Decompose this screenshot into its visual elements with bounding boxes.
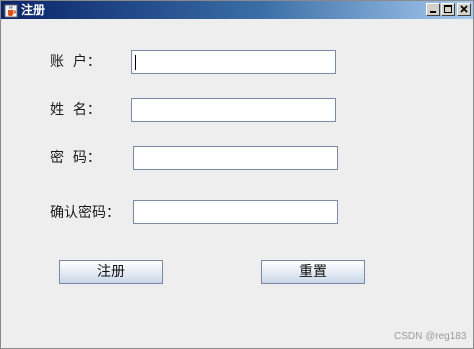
- minimize-button[interactable]: [426, 3, 440, 16]
- confirm-password-input[interactable]: [133, 200, 338, 224]
- maximize-button[interactable]: [441, 3, 455, 16]
- name-input[interactable]: [131, 98, 336, 122]
- window-title: 注册: [21, 3, 46, 17]
- reset-button[interactable]: 重置: [261, 260, 365, 284]
- watermark: CSDN @reg183: [394, 331, 467, 342]
- text-caret: [135, 55, 136, 70]
- register-button[interactable]: 注册: [59, 260, 163, 284]
- title-bar[interactable]: 注册: [1, 1, 473, 19]
- password-label: 密 码：: [50, 150, 101, 166]
- maximize-icon: [444, 5, 452, 13]
- account-input[interactable]: [131, 50, 336, 74]
- account-label: 账 户：: [50, 54, 101, 70]
- name-label: 姓 名：: [50, 102, 101, 118]
- confirm-password-label: 确认密码：: [50, 205, 120, 221]
- close-icon: [460, 5, 468, 13]
- close-button[interactable]: [457, 3, 471, 16]
- minimize-icon: [430, 11, 436, 13]
- java-cup-icon: [4, 3, 18, 18]
- register-window: 注册 账 户： 姓 名： 密 码： 确认密码： 注册 重置 CSDN @reg1…: [0, 0, 474, 349]
- password-input[interactable]: [133, 146, 338, 170]
